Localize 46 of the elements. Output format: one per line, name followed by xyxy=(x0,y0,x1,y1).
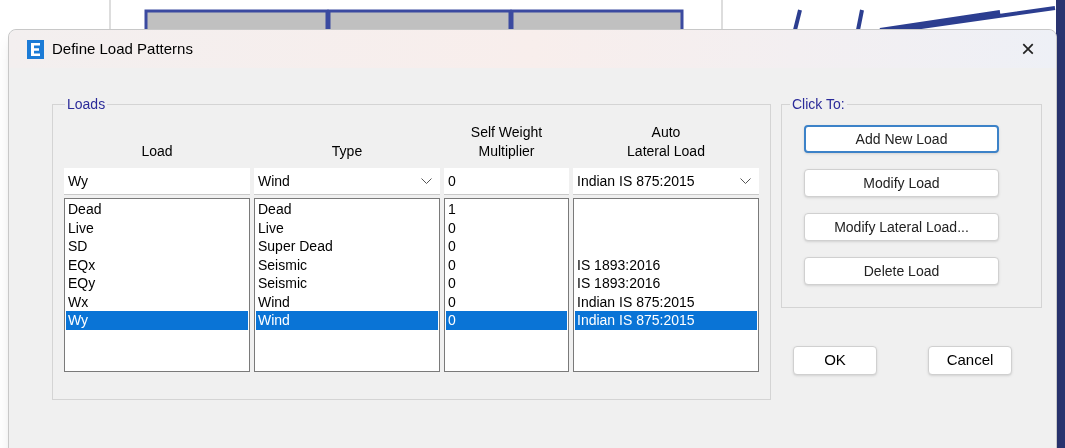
list-item[interactable]: 0 xyxy=(446,311,567,330)
column-header: Auto Lateral Load xyxy=(627,123,705,161)
dialog-button[interactable]: Cancel xyxy=(928,346,1012,375)
list-item[interactable]: EQy xyxy=(66,274,248,293)
chevron-down-icon xyxy=(421,177,432,185)
input-field[interactable]: 0 xyxy=(444,168,569,195)
dropdown[interactable]: Indian IS 875:2015 xyxy=(573,168,759,195)
list-item[interactable]: Indian IS 875:2015 xyxy=(575,292,757,311)
list-item[interactable]: 0 xyxy=(446,274,567,293)
list-item[interactable]: SD xyxy=(66,237,248,256)
list-item[interactable]: Live xyxy=(66,218,248,237)
list-item[interactable]: Seismic xyxy=(256,255,438,274)
list-item[interactable]: Wind xyxy=(256,292,438,311)
list-item[interactable]: Wx xyxy=(66,292,248,311)
list-item[interactable]: EQx xyxy=(66,255,248,274)
input-field[interactable]: Wy xyxy=(64,168,250,195)
list-item[interactable]: 0 xyxy=(446,237,567,256)
window-title: Define Load Patterns xyxy=(52,38,193,59)
list-item[interactable]: IS 1893:2016 xyxy=(575,274,757,293)
list-item[interactable]: Dead xyxy=(256,200,438,219)
app-logo-icon xyxy=(27,39,44,59)
action-button[interactable]: Add New Load xyxy=(804,125,999,153)
dropdown[interactable]: Wind xyxy=(254,168,440,195)
list-item[interactable]: IS 1893:2016 xyxy=(575,255,757,274)
group-title: Click To: xyxy=(791,95,846,114)
close-button[interactable]: × xyxy=(1010,37,1046,61)
list-item[interactable]: Wind xyxy=(256,311,438,330)
list-item[interactable]: 0 xyxy=(446,292,567,311)
action-button[interactable]: Modify Lateral Load... xyxy=(804,213,999,241)
action-button[interactable]: Delete Load xyxy=(804,257,999,285)
list-item[interactable]: Live xyxy=(256,218,438,237)
column-header: Load xyxy=(141,142,173,161)
dialog-button[interactable]: OK xyxy=(793,346,877,375)
chevron-down-icon xyxy=(740,177,751,185)
list-item[interactable]: 0 xyxy=(446,255,567,274)
list-item[interactable]: 1 xyxy=(446,200,567,219)
list-item[interactable]: Seismic xyxy=(256,274,438,293)
column-header: Type xyxy=(331,142,363,161)
group-title: Loads xyxy=(66,95,107,114)
list-item[interactable]: Indian IS 875:2015 xyxy=(575,311,757,330)
list-item[interactable]: 0 xyxy=(446,218,567,237)
list-item[interactable]: Wy xyxy=(66,311,248,330)
list-item[interactable]: Dead xyxy=(66,200,248,219)
action-button[interactable]: Modify Load xyxy=(804,169,999,197)
list-item[interactable]: Super Dead xyxy=(256,237,438,256)
column-header: Self Weight Multiplier xyxy=(470,123,543,161)
